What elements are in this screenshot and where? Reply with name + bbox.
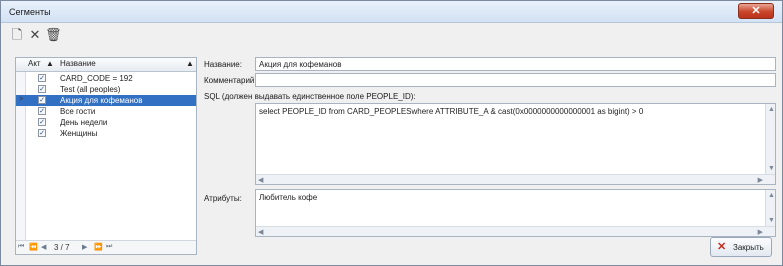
grid-header: Акт ▲ Название ▲: [16, 58, 196, 72]
scroll-right-icon[interactable]: ▶: [758, 176, 763, 184]
column-active[interactable]: Акт: [28, 59, 41, 68]
scroll-down-icon[interactable]: ▼: [768, 165, 775, 172]
title-bar: Сегменты ✕: [1, 1, 782, 23]
comment-label: Комментарий: [204, 76, 255, 85]
active-checkbox[interactable]: ✓: [38, 118, 46, 126]
grid-pager: ⏮ ⏪ ◀ 3 / 7 ▶ ⏩ ⏭: [16, 240, 196, 254]
active-checkbox[interactable]: ✓: [38, 96, 46, 104]
active-checkbox[interactable]: ✓: [38, 74, 46, 82]
first-page-icon[interactable]: ⏮: [18, 243, 24, 251]
scroll-left-icon[interactable]: ◀: [258, 228, 263, 236]
sort-icon: ▲: [186, 59, 194, 68]
prev-page-icon[interactable]: ⏪: [29, 243, 38, 251]
table-row[interactable]: ✓ Все гости: [16, 106, 196, 117]
trash-icon[interactable]: 🗑: [45, 27, 62, 43]
segment-name: Все гости: [60, 107, 96, 116]
scroll-left-icon[interactable]: ◀: [258, 176, 263, 184]
table-row[interactable]: ✓ Test (all peoples): [16, 84, 196, 95]
active-checkbox[interactable]: ✓: [38, 85, 46, 93]
segments-window: Сегменты ✕ 🗋 ✕ 🗑 Акт ▲ Название ▲ ✓ CARD…: [0, 0, 783, 266]
table-row[interactable]: ✓ День недели: [16, 117, 196, 128]
segment-name: Акция для кофеманов: [60, 96, 143, 105]
table-row[interactable]: > ✓ Акция для кофеманов: [16, 95, 196, 106]
delete-icon[interactable]: ✕: [27, 27, 43, 43]
comment-field[interactable]: [255, 73, 776, 87]
window-title: Сегменты: [9, 7, 51, 17]
close-button-label: Закрыть: [733, 243, 764, 252]
scroll-up-icon[interactable]: ▲: [768, 192, 775, 199]
sql-horizontal-scrollbar[interactable]: ◀ ▶: [256, 174, 775, 184]
close-button[interactable]: ✕ Закрыть: [710, 237, 772, 257]
sql-vertical-scrollbar[interactable]: ▲ ▼: [765, 104, 775, 184]
prev-record-icon[interactable]: ◀: [41, 243, 46, 251]
sql-editor[interactable]: select PEOPLE_ID from CARD_PEOPLESwhere …: [255, 103, 776, 185]
segment-name: День недели: [60, 118, 108, 127]
close-icon: ✕: [751, 5, 761, 17]
last-page-icon[interactable]: ⏭: [106, 243, 112, 251]
attributes-field[interactable]: Любитель кофе ▲ ▼ ◀ ▶: [255, 189, 776, 237]
sql-label: SQL (должен выдавать единственное поле P…: [204, 92, 416, 101]
scroll-down-icon[interactable]: ▼: [768, 217, 775, 224]
next-page-icon[interactable]: ⏩: [94, 243, 103, 251]
attributes-horizontal-scrollbar[interactable]: ◀ ▶: [256, 226, 775, 236]
attributes-text: Любитель кофе: [259, 193, 318, 202]
next-record-icon[interactable]: ▶: [82, 243, 87, 251]
row-indicator: >: [19, 96, 24, 103]
sql-text: select PEOPLE_ID from CARD_PEOPLESwhere …: [259, 107, 644, 116]
scroll-right-icon[interactable]: ▶: [758, 228, 763, 236]
pager-position: 3 / 7: [54, 243, 70, 252]
column-name[interactable]: Название: [60, 59, 96, 68]
window-close-button[interactable]: ✕: [738, 3, 774, 19]
toolbar: 🗋 ✕ 🗑: [5, 25, 195, 45]
segment-name: Test (all peoples): [60, 85, 121, 94]
sort-icon: ▲: [46, 59, 54, 68]
name-label: Название:: [204, 60, 242, 69]
segments-grid: Акт ▲ Название ▲ ✓ CARD_CODE = 192 ✓ Tes…: [15, 57, 197, 255]
close-icon: ✕: [717, 241, 727, 253]
active-checkbox[interactable]: ✓: [38, 129, 46, 137]
attributes-label: Атрибуты:: [204, 194, 242, 203]
segment-name: Женщины: [60, 129, 98, 138]
new-doc-icon[interactable]: 🗋: [9, 27, 25, 43]
segment-name: CARD_CODE = 192: [60, 74, 133, 83]
name-field[interactable]: Акция для кофеманов: [255, 57, 776, 71]
active-checkbox[interactable]: ✓: [38, 107, 46, 115]
scroll-up-icon[interactable]: ▲: [768, 106, 775, 113]
table-row[interactable]: ✓ Женщины: [16, 128, 196, 139]
table-row[interactable]: ✓ CARD_CODE = 192: [16, 73, 196, 84]
